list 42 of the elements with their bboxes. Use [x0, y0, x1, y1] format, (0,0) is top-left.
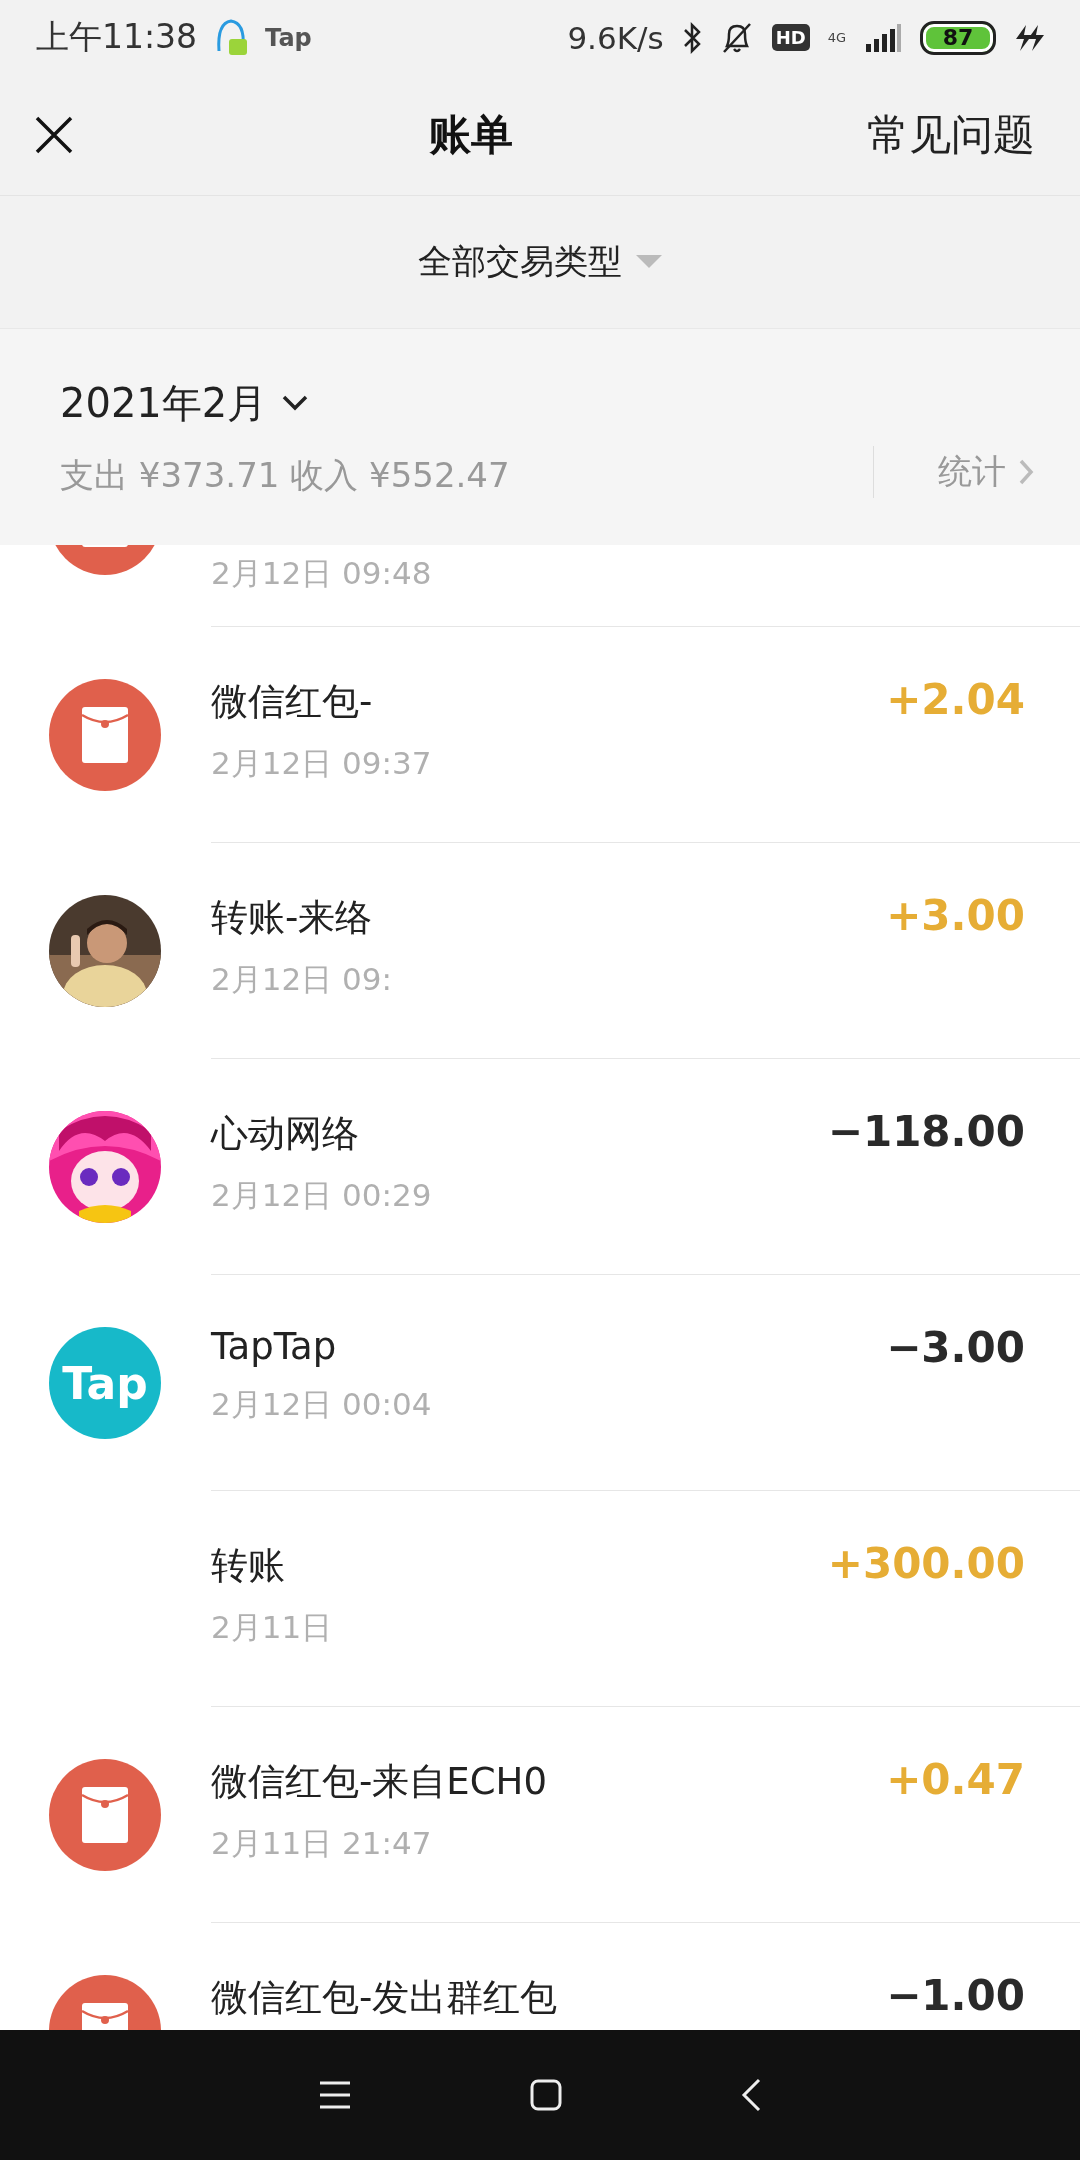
page-title: 账单 — [428, 109, 513, 161]
transaction-title: 心动网络 — [211, 1111, 359, 1157]
transaction-amount: +2.04 — [886, 675, 1025, 724]
transaction-title: 微信红包- — [211, 679, 373, 725]
transaction-amount: +0.47 — [886, 1755, 1025, 1804]
transaction-title: TapTap — [211, 1325, 337, 1368]
battery-indicator: 87 — [920, 20, 996, 55]
transaction-time: 2月11日 — [211, 1608, 333, 1647]
transaction-title: 转账-来络 — [211, 895, 373, 941]
transaction-time: 2月12日 09:48 — [211, 554, 432, 593]
hd-badge: HD — [771, 24, 810, 51]
notification-text: Tap — [265, 23, 312, 52]
close-icon[interactable] — [34, 115, 74, 155]
dropdown-caret-icon — [636, 255, 662, 269]
transaction-amount: −118.00 — [827, 1107, 1025, 1156]
transaction-time: 2月12日 09:37 — [211, 744, 432, 783]
transaction-time: 2月12日 09: — [211, 960, 392, 999]
transaction-title: 转账 — [211, 1543, 285, 1589]
bluetooth-icon — [681, 20, 702, 55]
transaction-title: 微信红包-发出群红包 — [211, 1975, 558, 2021]
faq-link[interactable]: 常见问题 — [867, 107, 1035, 163]
transaction-amount: +300.00 — [827, 1539, 1025, 1588]
transaction-time: 2月12日 00:04 — [211, 1385, 432, 1424]
chevron-down-icon — [281, 394, 310, 412]
network-type: 4G — [827, 30, 846, 45]
transaction-amount: −3.00 — [886, 1323, 1025, 1372]
status-time: 上午11:38 — [36, 16, 198, 58]
home-icon[interactable] — [529, 2078, 563, 2112]
month-selector[interactable]: 2021年2月 — [60, 375, 310, 431]
transaction-amount: +3.00 — [886, 891, 1025, 940]
transaction-type-dropdown[interactable]: 全部交易类型 — [412, 238, 668, 286]
transaction-time: 2月11日 21:47 — [211, 1824, 432, 1863]
transaction-amount: −1.00 — [886, 1971, 1025, 2020]
signal-icon — [864, 23, 902, 52]
app-logo: Tap — [49, 1327, 161, 1439]
month-summary: 支出 ¥373.71 收入 ¥552.47 — [60, 453, 510, 497]
menu-icon[interactable] — [318, 2080, 353, 2110]
network-speed: 9.6K/s — [567, 19, 664, 56]
transaction-title: 微信红包-来自ECH0 — [211, 1759, 547, 1805]
back-icon[interactable] — [739, 2077, 762, 2113]
chevron-right-icon — [1018, 458, 1034, 486]
transaction-time: 2月12日 00:29 — [211, 1176, 432, 1215]
